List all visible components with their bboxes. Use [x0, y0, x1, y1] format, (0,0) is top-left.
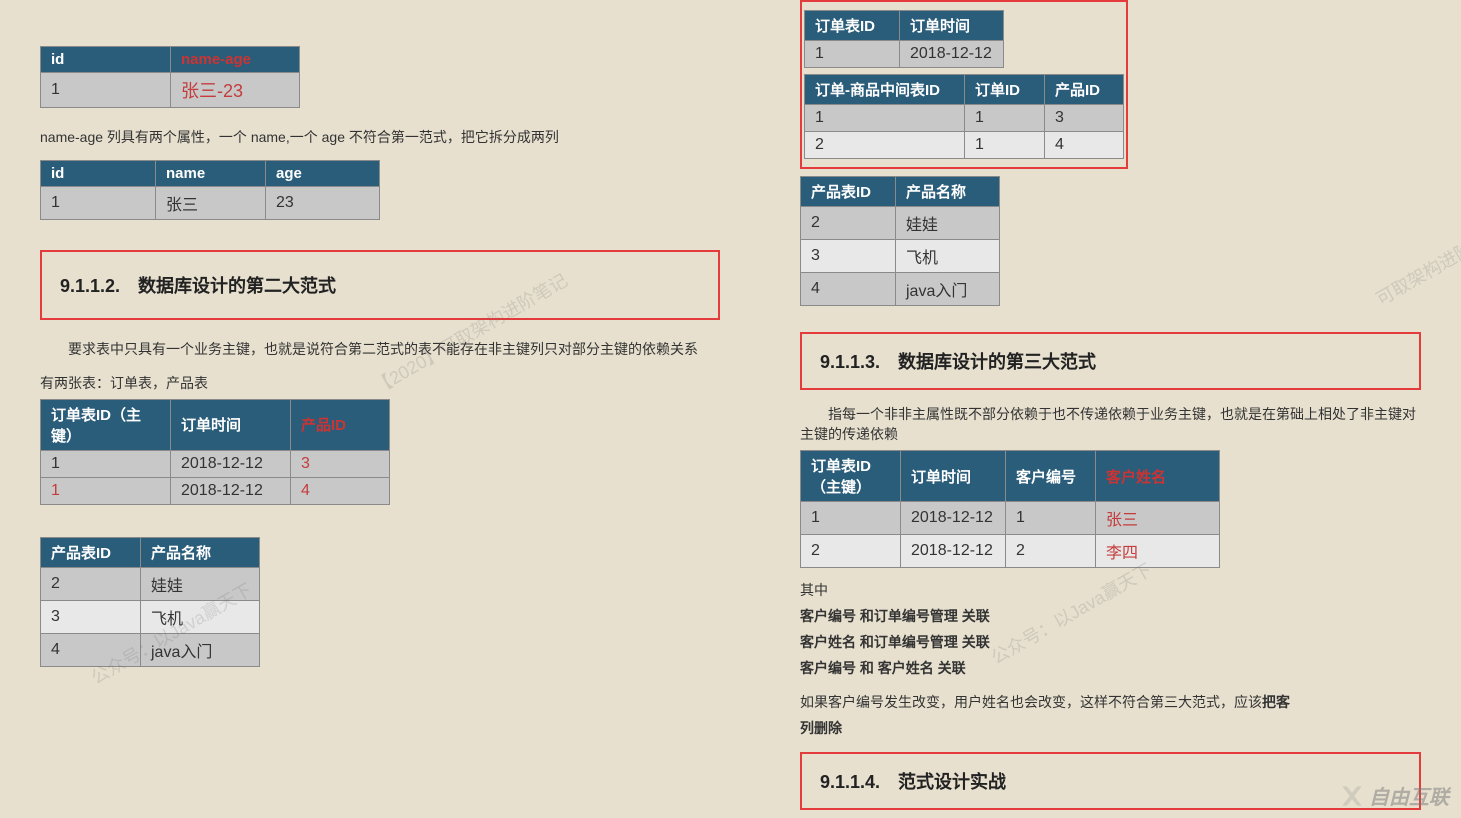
- th: age: [266, 161, 380, 187]
- th: 订单表ID（主键）: [41, 399, 171, 450]
- left-column: id name-age 1 张三-23 name-age 列具有两个属性，一个 …: [0, 0, 760, 810]
- td: 2018-12-12: [900, 41, 1004, 68]
- th: 订单表ID: [805, 11, 900, 41]
- td: 1: [965, 105, 1045, 132]
- td: 1: [965, 132, 1045, 159]
- th: 客户编号: [1006, 451, 1096, 502]
- table-id-nameage: id name-age 1 张三-23: [40, 46, 300, 108]
- heading-9-1-1-3-box: 9.1.1.3. 数据库设计的第三大范式: [800, 332, 1421, 390]
- td: 2: [1006, 535, 1096, 568]
- heading-9-1-1-4-box: 9.1.1.4. 范式设计实战: [800, 752, 1421, 810]
- td: 1: [41, 450, 171, 477]
- td: 张三: [1096, 502, 1220, 535]
- red-bordered-tables: 订单表ID 订单时间 1 2018-12-12 订单-商品中间表ID 订单ID …: [800, 0, 1128, 169]
- th-nameage: name-age: [171, 47, 300, 73]
- logo-x-icon: [1339, 783, 1365, 809]
- para-delete-col: 列删除: [800, 718, 1421, 738]
- td: 4: [1045, 132, 1124, 159]
- td: 4: [291, 477, 390, 504]
- para-assoc2: 客户姓名 和订单编号管理 关联: [800, 632, 1421, 652]
- td: 娃娃: [896, 207, 1000, 240]
- table-order-product: 订单表ID（主键） 订单时间 产品ID 1 2018-12-12 3 1 201…: [40, 399, 390, 505]
- site-logo: 自由互联: [1339, 781, 1449, 810]
- para-conclusion-a: 如果客户编号发生改变，用户姓名也会改变，这样不符合第三大范式，应该: [800, 694, 1262, 710]
- th-id: id: [41, 47, 171, 73]
- para-qizhong: 其中: [800, 580, 1421, 600]
- td: 3: [41, 600, 141, 633]
- heading-9-1-1-2: 9.1.1.2. 数据库设计的第二大范式: [60, 272, 700, 298]
- td: 4: [801, 273, 896, 306]
- td: 张三-23: [171, 73, 300, 108]
- heading-9-1-1-3: 9.1.1.3. 数据库设计的第三大范式: [820, 348, 1401, 374]
- right-column: 订单表ID 订单时间 1 2018-12-12 订单-商品中间表ID 订单ID …: [760, 0, 1461, 810]
- td: 2018-12-12: [171, 450, 291, 477]
- td: 1: [805, 105, 965, 132]
- td: 1: [41, 477, 171, 504]
- td: 1: [1006, 502, 1096, 535]
- th: 订单时间: [901, 451, 1006, 502]
- td: 李四: [1096, 535, 1220, 568]
- th: 产品名称: [141, 537, 260, 567]
- td: 2018-12-12: [901, 502, 1006, 535]
- table-product-left: 产品表ID 产品名称 2 娃娃 3 飞机 4 java入门: [40, 537, 260, 667]
- th: 客户姓名: [1096, 451, 1220, 502]
- td: 1: [41, 73, 171, 108]
- para-assoc1: 客户编号 和订单编号管理 关联: [800, 606, 1421, 626]
- para-conclusion-b: 把客: [1262, 694, 1290, 710]
- td: 1: [41, 187, 156, 220]
- td: 2: [801, 535, 901, 568]
- th: 订单时间: [171, 399, 291, 450]
- td: 3: [801, 240, 896, 273]
- para-2nf-desc: 要求表中只具有一个业务主键，也就是说符合第二范式的表不能存在非主键列只对部分主键…: [40, 338, 720, 360]
- table-id-name-age: id name age 1 张三 23: [40, 160, 380, 220]
- td: 飞机: [141, 600, 260, 633]
- th: name: [156, 161, 266, 187]
- para-3nf-desc: 指每一个非非主属性既不部分依赖于也不传递依赖于业务主键，也就是在第础上相处了非主…: [800, 404, 1421, 444]
- table-order-product-mid: 订单-商品中间表ID 订单ID 产品ID 1 1 3 2 1 4: [804, 74, 1124, 159]
- th: id: [41, 161, 156, 187]
- th: 产品名称: [896, 177, 1000, 207]
- td: 2: [801, 207, 896, 240]
- table-product-right: 产品表ID 产品名称 2 娃娃 3 飞机 4 java入门: [800, 176, 1000, 306]
- heading-9-1-1-2-box: 9.1.1.2. 数据库设计的第二大范式: [40, 250, 720, 320]
- td: 3: [291, 450, 390, 477]
- heading-9-1-1-4: 9.1.1.4. 范式设计实战: [820, 768, 1401, 794]
- th: 产品表ID: [801, 177, 896, 207]
- table-order-right: 订单表ID 订单时间 1 2018-12-12: [804, 10, 1004, 68]
- th: 订单ID: [965, 75, 1045, 105]
- logo-text: 自由互联: [1369, 781, 1449, 810]
- th: 订单表ID（主键）: [801, 451, 901, 502]
- th: 产品表ID: [41, 537, 141, 567]
- td: 2: [805, 132, 965, 159]
- para-two-tables: 有两张表：订单表，产品表: [40, 373, 720, 393]
- td: 2: [41, 567, 141, 600]
- td: 1: [801, 502, 901, 535]
- td: 飞机: [896, 240, 1000, 273]
- td: 4: [41, 633, 141, 666]
- td: 1: [805, 41, 900, 68]
- td: 娃娃: [141, 567, 260, 600]
- td: java入门: [141, 633, 260, 666]
- td: 2018-12-12: [171, 477, 291, 504]
- th: 产品ID: [1045, 75, 1124, 105]
- th: 订单时间: [900, 11, 1004, 41]
- th: 产品ID: [291, 399, 390, 450]
- td: 23: [266, 187, 380, 220]
- para-assoc3: 客户编号 和 客户姓名 关联: [800, 658, 1421, 678]
- para-conclusion: 如果客户编号发生改变，用户姓名也会改变，这样不符合第三大范式，应该把客: [800, 692, 1421, 712]
- td: java入门: [896, 273, 1000, 306]
- table-order-customer: 订单表ID（主键） 订单时间 客户编号 客户姓名 1 2018-12-12 1 …: [800, 450, 1220, 568]
- para-nameage-desc: name-age 列具有两个属性，一个 name,一个 age 不符合第一范式，…: [40, 126, 720, 148]
- th: 订单-商品中间表ID: [805, 75, 965, 105]
- td: 2018-12-12: [901, 535, 1006, 568]
- td: 3: [1045, 105, 1124, 132]
- td: 张三: [156, 187, 266, 220]
